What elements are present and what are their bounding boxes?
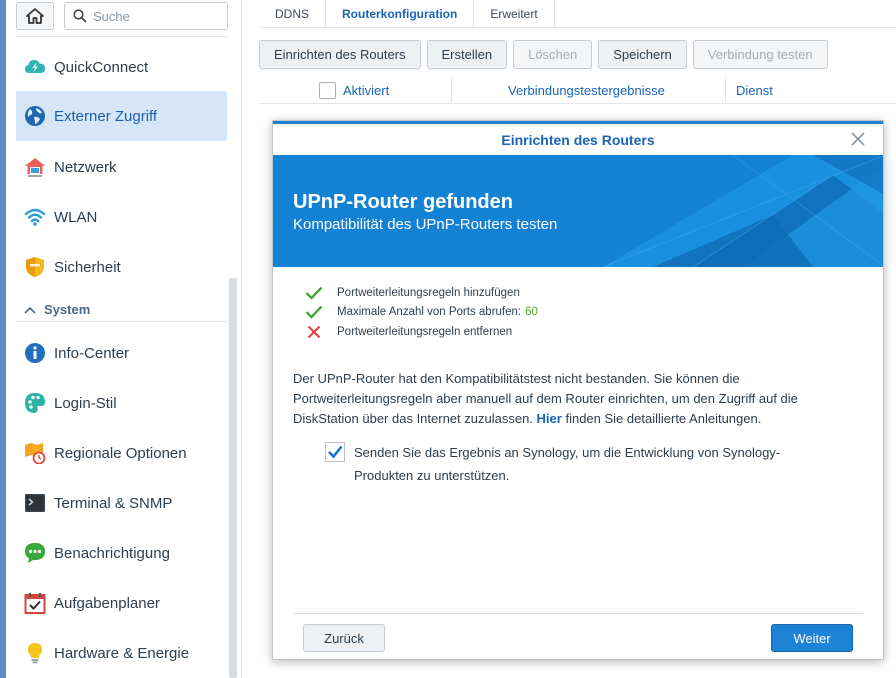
- column-separator: [725, 78, 726, 102]
- sidebar-top: [16, 2, 228, 30]
- sidebar-item-wlan[interactable]: WLAN: [16, 192, 227, 242]
- sidebar-item-regional-options[interactable]: Regionale Optionen: [16, 428, 227, 478]
- column-enabled[interactable]: Aktiviert: [319, 76, 389, 104]
- tab-ddns[interactable]: DDNS: [259, 0, 327, 28]
- column-results-label: Verbindungstestergebnisse: [508, 82, 665, 98]
- regional-clock-icon: [24, 442, 46, 464]
- setup-router-button[interactable]: Einrichten des Routers: [259, 40, 421, 69]
- sidebar-divider: [16, 36, 228, 37]
- shield-icon: [24, 256, 46, 278]
- column-service[interactable]: Dienst: [736, 76, 773, 104]
- sidebar-item-label: Info-Center: [54, 344, 130, 362]
- home-icon: [26, 8, 44, 24]
- select-all-checkbox[interactable]: [319, 81, 336, 99]
- test-result-row: Maximale Anzahl von Ports abrufen: 60: [305, 303, 538, 323]
- send-result-label: Senden Sie das Ergebnis an Synology, um …: [354, 445, 781, 483]
- test-results-list: Portweiterleitungsregeln hinzufügen Maxi…: [305, 283, 538, 342]
- sidebar-item-label: Terminal & SNMP: [54, 494, 173, 512]
- sidebar-section-system[interactable]: System: [16, 298, 228, 322]
- sidebar-item-login-style[interactable]: Login-Stil: [16, 378, 227, 428]
- sidebar-item-task-scheduler[interactable]: Aufgabenplaner: [16, 578, 227, 628]
- sidebar-item-info-center[interactable]: Info-Center: [16, 328, 227, 378]
- tab-advanced[interactable]: Erweitert: [474, 0, 555, 28]
- delete-button[interactable]: Löschen: [513, 40, 593, 69]
- test-result-text: Maximale Anzahl von Ports abrufen:: [337, 306, 522, 319]
- sidebar-item-external-access[interactable]: Externer Zugriff: [16, 91, 227, 141]
- sidebar-item-terminal-snmp[interactable]: Terminal & SNMP: [16, 478, 227, 528]
- sidebar-accent-bar: [0, 0, 6, 678]
- wifi-icon: [24, 206, 46, 228]
- tab-bar: DDNS Routerkonfiguration Erweitert: [259, 0, 896, 28]
- sidebar-item-quickconnect[interactable]: QuickConnect: [16, 42, 227, 92]
- sidebar-item-label: Benachrichtigung: [54, 544, 170, 562]
- test-result-text: Portweiterleitungsregeln entfernen: [337, 325, 513, 338]
- test-result-text: Portweiterleitungsregeln hinzufügen: [337, 286, 520, 299]
- column-results[interactable]: Verbindungstestergebnisse: [508, 76, 665, 104]
- sidebar-scrollbar[interactable]: [229, 278, 237, 678]
- grid-header: Aktiviert Verbindungstestergebnisse Dien…: [259, 76, 896, 104]
- next-button[interactable]: Weiter: [771, 624, 853, 652]
- info-icon: [24, 342, 46, 364]
- sidebar-item-notifications[interactable]: Benachrichtigung: [16, 528, 227, 578]
- dialog-titlebar: Einrichten des Routers: [273, 121, 883, 155]
- calendar-check-icon: [24, 592, 46, 614]
- search-icon: [73, 9, 87, 23]
- setup-router-dialog: Einrichten des Routers UPnP-Router gefun…: [272, 120, 884, 660]
- help-link[interactable]: Hier: [537, 411, 562, 426]
- banner-title: UPnP-Router gefunden: [293, 191, 513, 213]
- chat-bubble-icon: [24, 542, 46, 564]
- lightbulb-icon: [24, 642, 46, 664]
- save-button[interactable]: Speichern: [598, 40, 687, 69]
- close-icon[interactable]: [849, 130, 867, 148]
- max-ports-value: 60: [525, 306, 538, 319]
- globe-icon: [24, 105, 46, 127]
- palette-icon: [24, 392, 46, 414]
- sidebar-item-network[interactable]: Netzwerk: [16, 142, 227, 192]
- result-message: Der UPnP-Router hat den Kompatibilitätst…: [293, 369, 863, 429]
- test-result-row: Portweiterleitungsregeln entfernen: [305, 322, 538, 342]
- sidebar-item-label: Externer Zugriff: [54, 107, 158, 125]
- terminal-icon: [24, 492, 46, 514]
- sidebar-item-label: QuickConnect: [54, 58, 149, 76]
- sidebar-item-label: Login-Stil: [54, 394, 117, 412]
- sidebar-item-label: Sicherheit: [54, 258, 121, 276]
- search-box[interactable]: [64, 2, 228, 30]
- test-connection-button[interactable]: Verbindung testen: [692, 40, 828, 69]
- checkmark-icon: [305, 304, 323, 320]
- sidebar-item-label: Netzwerk: [54, 158, 117, 176]
- dialog-title: Einrichten des Routers: [501, 131, 655, 148]
- search-input[interactable]: [93, 8, 213, 24]
- home-button[interactable]: [16, 2, 54, 30]
- column-enabled-label: Aktiviert: [343, 82, 390, 98]
- fail-cross-icon: [305, 324, 323, 340]
- sidebar: QuickConnect Externer Zugriff Netzwerk: [0, 0, 242, 678]
- column-service-label: Dienst: [736, 82, 773, 98]
- house-icon: [24, 156, 46, 178]
- dialog-footer-divider: [293, 613, 863, 614]
- dialog-banner: UPnP-Router gefunden Kompatibilität des …: [273, 155, 883, 267]
- sidebar-item-label: Aufgabenplaner: [54, 594, 160, 612]
- chevron-up-icon: [24, 306, 36, 314]
- tab-router-configuration[interactable]: Routerkonfiguration: [326, 0, 475, 28]
- checkmark-icon: [305, 285, 323, 301]
- back-button[interactable]: Zurück: [303, 624, 385, 652]
- sidebar-item-security[interactable]: Sicherheit: [16, 242, 227, 292]
- sidebar-item-label: WLAN: [54, 208, 98, 226]
- sidebar-item-hardware-energy[interactable]: Hardware & Energie: [16, 628, 227, 678]
- send-result-option[interactable]: Senden Sie das Ergebnis an Synology, um …: [325, 441, 835, 487]
- test-result-row: Portweiterleitungsregeln hinzufügen: [305, 283, 538, 303]
- sidebar-section-label: System: [44, 302, 91, 317]
- sidebar-item-label: Hardware & Energie: [54, 644, 190, 662]
- quickconnect-icon: [24, 56, 46, 78]
- result-message-text-end: finden Sie detaillierte Anleitungen.: [565, 411, 762, 426]
- sidebar-item-label: Regionale Optionen: [54, 444, 187, 462]
- create-button[interactable]: Erstellen: [426, 40, 508, 69]
- toolbar: Einrichten des Routers Erstellen Löschen…: [259, 40, 828, 69]
- column-separator: [451, 78, 452, 102]
- banner-subtitle: Kompatibilität des UPnP-Routers testen: [293, 216, 558, 233]
- send-result-checkbox[interactable]: [325, 442, 345, 462]
